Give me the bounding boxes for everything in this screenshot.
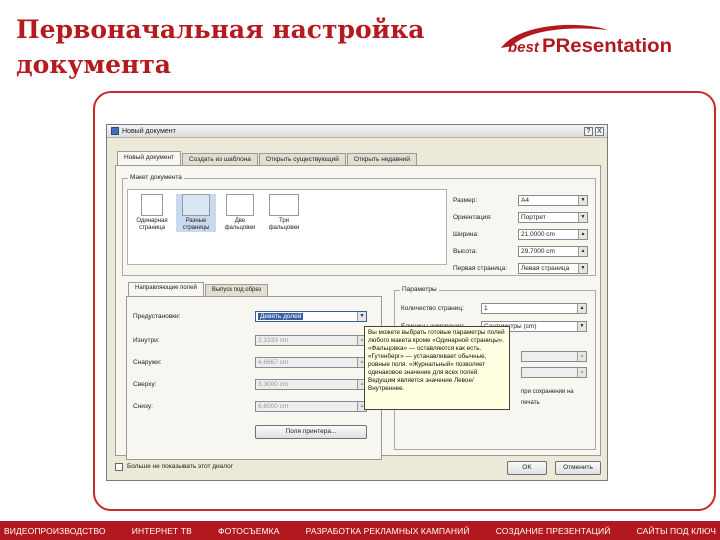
top-margin-spinner[interactable]: 3,3000 cm ▲ [255,379,367,390]
guides-subtabs: Направляющие полей Выпуск под обрез [128,282,269,296]
layout-two-fold[interactable]: Две фальцовки [220,194,260,232]
width-spinner[interactable]: 21,0000 cm ▲ [518,229,588,240]
chevron-down-icon: ▼ [357,312,366,321]
logo-prefix: best [508,39,540,56]
inner-margin-spinner[interactable]: 2,3333 cm ▲ [255,335,367,346]
chevron-down-icon: ▼ [578,264,587,273]
tab-from-template[interactable]: Создать из шаблона [182,153,258,165]
first-page-select[interactable]: Левая страница ▼ [518,263,588,274]
three-fold-icon [269,194,299,216]
footer-item[interactable]: ФОТОСЪЕМКА [218,526,279,536]
preset-row: Предустановки: Девять долей ▼ [133,311,373,322]
ok-button[interactable]: OK [507,461,547,475]
dialog-tabs: Новый документ Создать из шаблона Открыт… [117,151,418,165]
pages-spinner[interactable]: 1 ▲ [481,303,587,314]
footer-item[interactable]: САЙТЫ ПОД КЛЮЧ [637,526,716,536]
two-fold-icon [226,194,254,216]
top-row: Сверху: 3,3000 cm ▲ [133,379,373,390]
logo-main: PResentation [542,36,672,57]
new-document-dialog: Новый документ ? X Новый документ Создат… [106,124,608,481]
dialog-titlebar: Новый документ ? X [107,125,607,138]
stepper-icon: ▲ [577,352,586,361]
layout-single-page[interactable]: Одинарная страница [132,194,172,232]
columns-spinner[interactable]: ▲ [521,367,587,378]
chevron-down-icon: ▼ [578,213,587,222]
dialog-title: Новый документ [122,127,176,135]
pages-row: Количество страниц: 1 ▲ [401,303,593,314]
orientation-row: Ориентация: Портрет ▼ [453,212,593,223]
layout-list: Одинарная страница Разные страницы Две ф… [127,189,447,265]
first-page-row: Первая страница: Левая страница ▼ [453,263,593,274]
preset-select[interactable]: Девять долей ▼ [255,311,367,322]
printer-margins-button[interactable]: Поля принтера... [255,425,367,439]
help-button[interactable]: ? [584,126,593,136]
footer-item[interactable]: РАЗРАБОТКА РЕКЛАМНЫХ КАМПАНИЙ [306,526,470,536]
chevron-down-icon: ▼ [578,196,587,205]
bottom-margin-spinner[interactable]: 6,6000 cm ▲ [255,401,367,412]
tab-new-document[interactable]: Новый документ [117,151,182,165]
stepper-icon: ▲ [577,304,586,313]
company-logo: best PResentation [501,24,672,57]
height-spinner[interactable]: 29,7000 cm ▲ [518,246,588,257]
column-gap-spinner[interactable]: ▲ [521,351,587,362]
dont-show-label: Больше не показывать этот диалог [127,463,234,470]
chevron-down-icon: ▼ [577,322,586,331]
options-group-label: Параметры [400,286,439,294]
outer-row: Снаружи: 4,6667 cm ▲ [133,357,373,368]
footer-item[interactable]: ВИДЕОПРОИЗВОДСТВО [4,526,106,536]
stepper-icon: ▲ [578,247,587,256]
cancel-button[interactable]: Отменить [555,461,601,475]
facing-pages-icon [182,194,210,216]
stepper-icon: ▲ [577,368,586,377]
close-button[interactable]: X [595,126,604,136]
dont-show-checkbox[interactable] [115,463,123,471]
guides-option: при сохранении на печать [521,389,574,406]
layout-three-fold[interactable]: Три фальцовки [264,194,304,232]
tab-page-new-document: Макет документа Одинарная страница Разны… [115,165,601,460]
layout-facing-pages[interactable]: Разные страницы [176,194,216,232]
margin-guides-page: Предустановки: Девять долей ▼ Изнутри: 2,… [126,296,382,460]
layout-group: Макет документа Одинарная страница Разны… [122,174,596,276]
footer-bar: ВИДЕОПРОИЗВОДСТВО ИНТЕРНЕТ ТВ ФОТОСЪЕМКА… [0,521,720,540]
height-row: Высота: 29,7000 cm ▲ [453,246,593,257]
width-row: Ширина: 21,0000 cm ▲ [453,229,593,240]
size-row: Размер: A4 ▼ [453,195,593,206]
single-page-icon [141,194,163,216]
size-select[interactable]: A4 ▼ [518,195,588,206]
footer-item[interactable]: СОЗДАНИЕ ПРЕЗЕНТАЦИЙ [496,526,611,536]
tab-open-recent[interactable]: Открыть недавний [346,153,418,165]
layout-group-label: Макет документа [128,174,184,182]
inner-row: Изнутри: 2,3333 cm ▲ [133,335,373,346]
app-icon [111,127,119,135]
subtab-bleed[interactable]: Выпуск под обрез [204,284,269,296]
outer-margin-spinner[interactable]: 4,6667 cm ▲ [255,357,367,368]
subtab-margin-guides[interactable]: Направляющие полей [128,282,204,296]
orientation-select[interactable]: Портрет ▼ [518,212,588,223]
footer-item[interactable]: ИНТЕРНЕТ ТВ [132,526,192,536]
bottom-row: Снизу: 6,6000 cm ▲ [133,401,373,412]
stepper-icon: ▲ [578,230,587,239]
preset-tooltip: Вы можете выбрать готовые параметры поле… [364,326,510,410]
slide-title: Первоначальная настройка документа [16,15,425,79]
tab-open-existing[interactable]: Открыть существующий [258,153,346,165]
